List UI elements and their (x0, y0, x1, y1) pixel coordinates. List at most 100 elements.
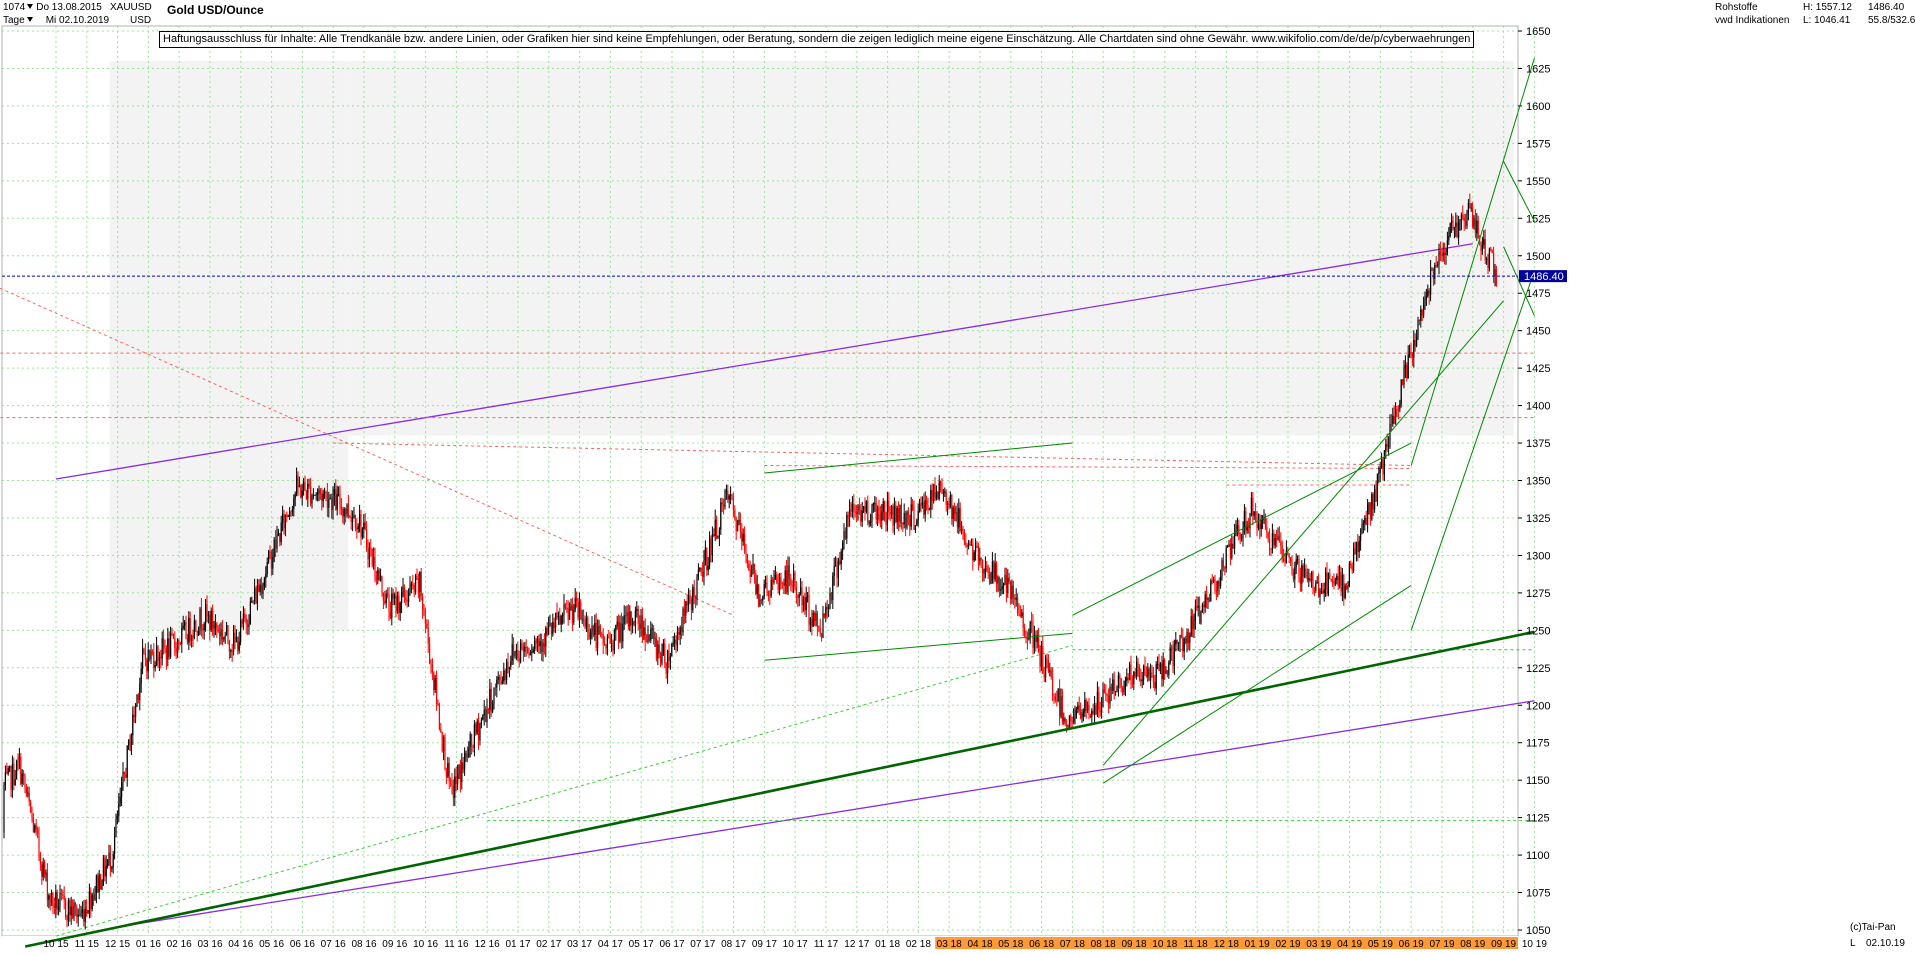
candle-body-509 (669, 655, 671, 661)
x-tick-label-1: 11 15 (75, 939, 100, 950)
candle-body-152 (170, 633, 172, 657)
candle-body-168 (192, 635, 194, 638)
candle-body-393 (507, 661, 509, 670)
gold-price-chart[interactable]: 1486.40 1050 1075 1100 1125 1150 1175 1200 1225… (0, 0, 1916, 952)
candle-body-937 (1269, 538, 1271, 549)
candle-body-733 (983, 572, 985, 574)
candle-body-434 (564, 604, 566, 608)
candle-body-400 (517, 650, 519, 658)
candle-body-630 (839, 560, 841, 565)
candle-body-445 (580, 601, 582, 620)
candle-body-111 (112, 853, 114, 867)
candle-body-242 (296, 475, 298, 495)
candle-body-191 (224, 635, 226, 637)
candle-body-469 (613, 630, 615, 651)
candle-body-521 (686, 601, 688, 606)
candle-body-832 (1122, 687, 1124, 693)
y-tick-label-1625: 1625 (1526, 63, 1550, 75)
candle-body-880 (1189, 635, 1191, 644)
candle-body-636 (847, 515, 849, 518)
candle-body-1011 (1372, 493, 1374, 510)
x-tick-label-27: 01 18 (875, 939, 900, 950)
candle-body-75 (62, 894, 64, 896)
candle-body-273 (339, 494, 341, 508)
candle-body-151 (168, 638, 170, 657)
candle-body-710 (951, 495, 953, 519)
candle-body-1080 (1469, 203, 1471, 209)
candle-body-818 (1102, 689, 1104, 708)
candle-body-1004 (1362, 523, 1364, 525)
candle-body-583 (773, 579, 775, 583)
candle-body-240 (293, 498, 295, 510)
candle-body-751 (1008, 577, 1010, 582)
candle-body-263 (325, 491, 327, 493)
candle-body-322 (408, 592, 410, 602)
candle-body-640 (853, 504, 855, 512)
candle-body-229 (277, 533, 279, 536)
candle-body-402 (520, 642, 522, 662)
candle-body-664 (886, 500, 888, 525)
candle-body-221 (266, 562, 268, 574)
x-tick-label-42: 04 19 (1337, 939, 1362, 950)
candle-body-456 (595, 622, 597, 648)
candle-body-790 (1063, 718, 1065, 722)
candle-body-968 (1312, 572, 1314, 590)
candle-body-305 (384, 600, 386, 604)
candle-body-688 (920, 503, 922, 506)
candle-body-299 (375, 577, 377, 580)
candle-body-50 (27, 792, 29, 794)
candle-body-150 (167, 638, 169, 660)
candle-body-36 (7, 768, 9, 774)
candle-body-271 (336, 494, 338, 510)
candle-body-204 (242, 613, 244, 624)
candle-body-825 (1112, 679, 1114, 691)
candle-body-431 (560, 615, 562, 625)
candle-body-455 (594, 622, 596, 636)
candle-body-579 (767, 590, 769, 596)
candle-body-294 (368, 547, 370, 560)
candle-body-149 (165, 648, 167, 660)
candle-body-618 (822, 613, 824, 638)
candle-body-839 (1131, 683, 1133, 685)
candle-body-568 (752, 563, 754, 574)
y-tick-label-1650: 1650 (1526, 26, 1550, 38)
candle-body-284 (354, 515, 356, 528)
period-label: Tage (3, 15, 25, 26)
candle-body-855 (1154, 682, 1156, 689)
candle-body-603 (801, 587, 803, 606)
candle-body-119 (123, 771, 125, 775)
candle-body-637 (849, 509, 851, 518)
x-tick-label-31: 05 18 (998, 939, 1023, 950)
candle-body-107 (107, 860, 109, 866)
candle-body-552 (730, 494, 732, 496)
last-value-header: 1486.40 (1868, 2, 1905, 13)
candle-body-899 (1215, 590, 1217, 592)
candle-body-241 (294, 494, 296, 499)
trendline-6 (1102, 584, 1412, 784)
candle-body-412 (534, 640, 536, 649)
candle-body-376 (483, 709, 485, 716)
candle-body-127 (135, 704, 137, 718)
candle-body-696 (931, 490, 933, 501)
period-select[interactable]: Tage Mi 02.10.2019 (3, 15, 109, 27)
candle-body-729 (977, 545, 979, 561)
candle-body-480 (629, 611, 631, 627)
candle-body-1056 (1435, 265, 1437, 267)
candle-body-697 (933, 484, 935, 501)
candle-body-146 (161, 638, 163, 659)
candle-body-596 (791, 585, 793, 587)
candle-body-39 (11, 763, 13, 791)
y-tick-label-1500: 1500 (1526, 251, 1550, 263)
candle-body-388 (500, 680, 502, 684)
candle-body-911 (1232, 543, 1234, 549)
candle-body-153 (171, 633, 173, 635)
candle-body-796 (1071, 720, 1073, 723)
candle-body-800 (1077, 705, 1079, 710)
bar-count-select[interactable]: 1074 Do 13.08.2015 (3, 2, 102, 14)
candle-body-510 (671, 643, 673, 656)
candle-body-988 (1340, 572, 1342, 592)
candle-body-814 (1096, 691, 1098, 715)
candle-body-112 (114, 835, 116, 854)
candle-body-122 (128, 739, 130, 746)
candle-body-219 (263, 578, 265, 587)
